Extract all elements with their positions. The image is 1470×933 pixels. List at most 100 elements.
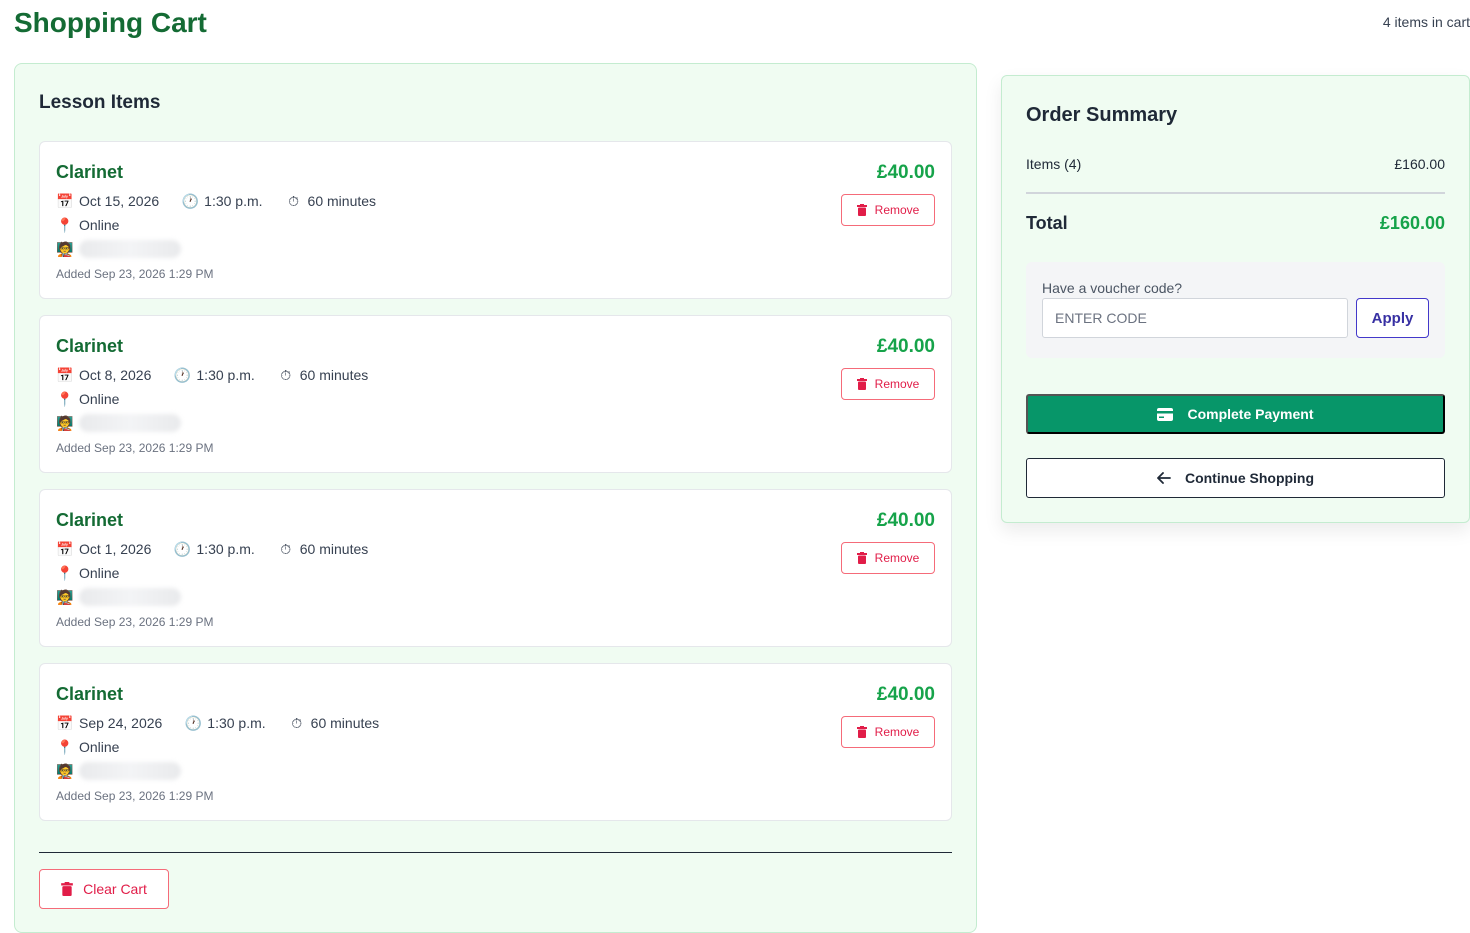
calendar-icon: 📅: [56, 714, 74, 731]
location-pin-icon: 📍: [56, 564, 74, 581]
lesson-time: 1:30 p.m.: [204, 193, 263, 209]
page-header: Shopping Cart 4 items in cart: [14, 4, 1470, 44]
lesson-duration: 60 minutes: [307, 193, 377, 209]
added-timestamp: Added Sep 23, 2026 1:29 PM: [56, 789, 214, 803]
lesson-schedule: 📅 Sep 24, 2026 🕐 1:30 p.m. ⏱ 60 minutes: [56, 713, 401, 733]
teacher-name-redacted: [79, 414, 181, 432]
cart-divider: [39, 852, 952, 853]
lesson-location-text: Online: [79, 391, 120, 407]
calendar-icon: 📅: [56, 540, 74, 557]
remove-button-label: Remove: [874, 551, 920, 565]
teacher-name-redacted: [79, 240, 181, 258]
lesson-price: £40.00: [876, 336, 935, 357]
arrow-left-icon: [1157, 472, 1171, 484]
items-value: £160.00: [1394, 156, 1445, 172]
lesson-date: Oct 15, 2026: [79, 193, 160, 209]
lesson-price: £40.00: [876, 684, 935, 705]
continue-shopping-label: Continue Shopping: [1184, 470, 1315, 486]
added-timestamp: Added Sep 23, 2026 1:29 PM: [56, 615, 214, 629]
total-row: Total £160.00: [1026, 213, 1445, 234]
lesson-name: Clarinet: [56, 684, 124, 704]
lesson-card: Clarinet 📅 Sep 24, 2026 🕐 1:30 p.m. ⏱ 60 mi…: [39, 663, 952, 821]
complete-payment-label: Complete Payment: [1187, 406, 1314, 422]
lesson-name: Clarinet: [56, 336, 124, 356]
voucher-label: Have a voucher code?: [1042, 280, 1183, 296]
added-timestamp: Added Sep 23, 2026 1:29 PM: [56, 267, 214, 281]
apply-voucher-button[interactable]: Apply: [1356, 298, 1429, 338]
lesson-time: 1:30 p.m.: [196, 541, 255, 557]
lesson-items-panel: Lesson Items Clarinet 📅 Oct 15, 2026 🕐 1:3…: [14, 63, 977, 933]
remove-button-label: Remove: [874, 725, 920, 739]
continue-shopping-button[interactable]: Continue Shopping: [1026, 458, 1445, 498]
teacher-name-redacted: [79, 762, 181, 780]
clock-icon: 🕐: [173, 540, 192, 557]
lesson-card: Clarinet 📅 Oct 15, 2026 🕐 1:30 p.m. ⏱ 60 mi…: [39, 141, 952, 299]
remove-button-label: Remove: [874, 203, 920, 217]
remove-button[interactable]: Remove: [841, 716, 935, 748]
clear-cart-label: Clear Cart: [83, 881, 147, 897]
clock-icon: 🕐: [181, 192, 199, 209]
credit-card-icon: [1157, 407, 1174, 421]
items-subtotal-row: Items (4) £160.00: [1026, 156, 1445, 172]
clock-icon: 🕐: [184, 714, 203, 731]
teacher-icon: 🧑‍🏫: [56, 240, 74, 257]
lesson-location: 📍 Online: [56, 389, 119, 409]
trash-icon: [856, 552, 867, 564]
trash-icon: [856, 726, 867, 738]
lesson-price: £40.00: [876, 162, 935, 183]
trash-icon: [856, 204, 867, 216]
remove-button[interactable]: Remove: [841, 194, 935, 226]
location-pin-icon: 📍: [56, 738, 74, 755]
lesson-name: Clarinet: [56, 510, 124, 530]
trash-icon: [61, 882, 73, 896]
lesson-schedule: 📅 Oct 1, 2026 🕐 1:30 p.m. ⏱ 60 minutes: [56, 539, 390, 559]
complete-payment-button[interactable]: Complete Payment: [1026, 394, 1445, 434]
cart-item-count: 4 items in cart: [1382, 14, 1470, 30]
teacher-icon: 🧑‍🏫: [56, 588, 74, 605]
remove-button[interactable]: Remove: [841, 368, 935, 400]
calendar-icon: 📅: [56, 192, 74, 209]
remove-button-label: Remove: [874, 377, 920, 391]
page-title: Shopping Cart: [14, 7, 207, 38]
stopwatch-icon: ⏱: [280, 366, 292, 383]
lesson-teacher: 🧑‍🏫: [56, 239, 181, 259]
trash-icon: [856, 378, 867, 390]
lesson-location-text: Online: [79, 217, 120, 233]
lesson-location: 📍 Online: [56, 215, 119, 235]
lesson-card: Clarinet 📅 Oct 1, 2026 🕐 1:30 p.m. ⏱ 60 min…: [39, 489, 952, 647]
teacher-icon: 🧑‍🏫: [56, 414, 74, 431]
added-timestamp: Added Sep 23, 2026 1:29 PM: [56, 441, 214, 455]
lesson-location-text: Online: [79, 565, 120, 581]
location-pin-icon: 📍: [56, 390, 74, 407]
lesson-location: 📍 Online: [56, 737, 119, 757]
teacher-icon: 🧑‍🏫: [56, 762, 74, 779]
stopwatch-icon: ⏱: [291, 714, 303, 731]
lesson-price: £40.00: [876, 510, 935, 531]
lesson-items-title: Lesson Items: [39, 92, 161, 113]
voucher-code-input[interactable]: [1042, 298, 1348, 338]
lesson-time: 1:30 p.m.: [207, 715, 266, 731]
lesson-location-text: Online: [79, 739, 120, 755]
lesson-duration: 60 minutes: [299, 541, 369, 557]
total-value: £160.00: [1379, 213, 1445, 233]
lesson-name: Clarinet: [56, 162, 124, 182]
lesson-duration: 60 minutes: [310, 715, 380, 731]
lesson-schedule: 📅 Oct 15, 2026 🕐 1:30 p.m. ⏱ 60 minutes: [56, 191, 398, 211]
remove-button[interactable]: Remove: [841, 542, 935, 574]
calendar-icon: 📅: [56, 366, 74, 383]
order-summary-title: Order Summary: [1026, 104, 1178, 126]
lesson-date: Sep 24, 2026: [79, 715, 163, 731]
lesson-date: Oct 1, 2026: [79, 541, 152, 557]
order-summary-panel: Order Summary Items (4) £160.00 Total £1…: [1001, 75, 1470, 523]
lesson-duration: 60 minutes: [299, 367, 369, 383]
lesson-time: 1:30 p.m.: [196, 367, 255, 383]
stopwatch-icon: ⏱: [288, 192, 299, 209]
lesson-schedule: 📅 Oct 8, 2026 🕐 1:30 p.m. ⏱ 60 minutes: [56, 365, 390, 385]
lesson-location: 📍 Online: [56, 563, 119, 583]
clear-cart-button[interactable]: Clear Cart: [39, 869, 169, 909]
summary-divider: [1026, 192, 1445, 194]
stopwatch-icon: ⏱: [280, 540, 292, 557]
clock-icon: 🕐: [173, 366, 192, 383]
location-pin-icon: 📍: [56, 216, 74, 233]
lesson-card: Clarinet 📅 Oct 8, 2026 🕐 1:30 p.m. ⏱ 60 min…: [39, 315, 952, 473]
